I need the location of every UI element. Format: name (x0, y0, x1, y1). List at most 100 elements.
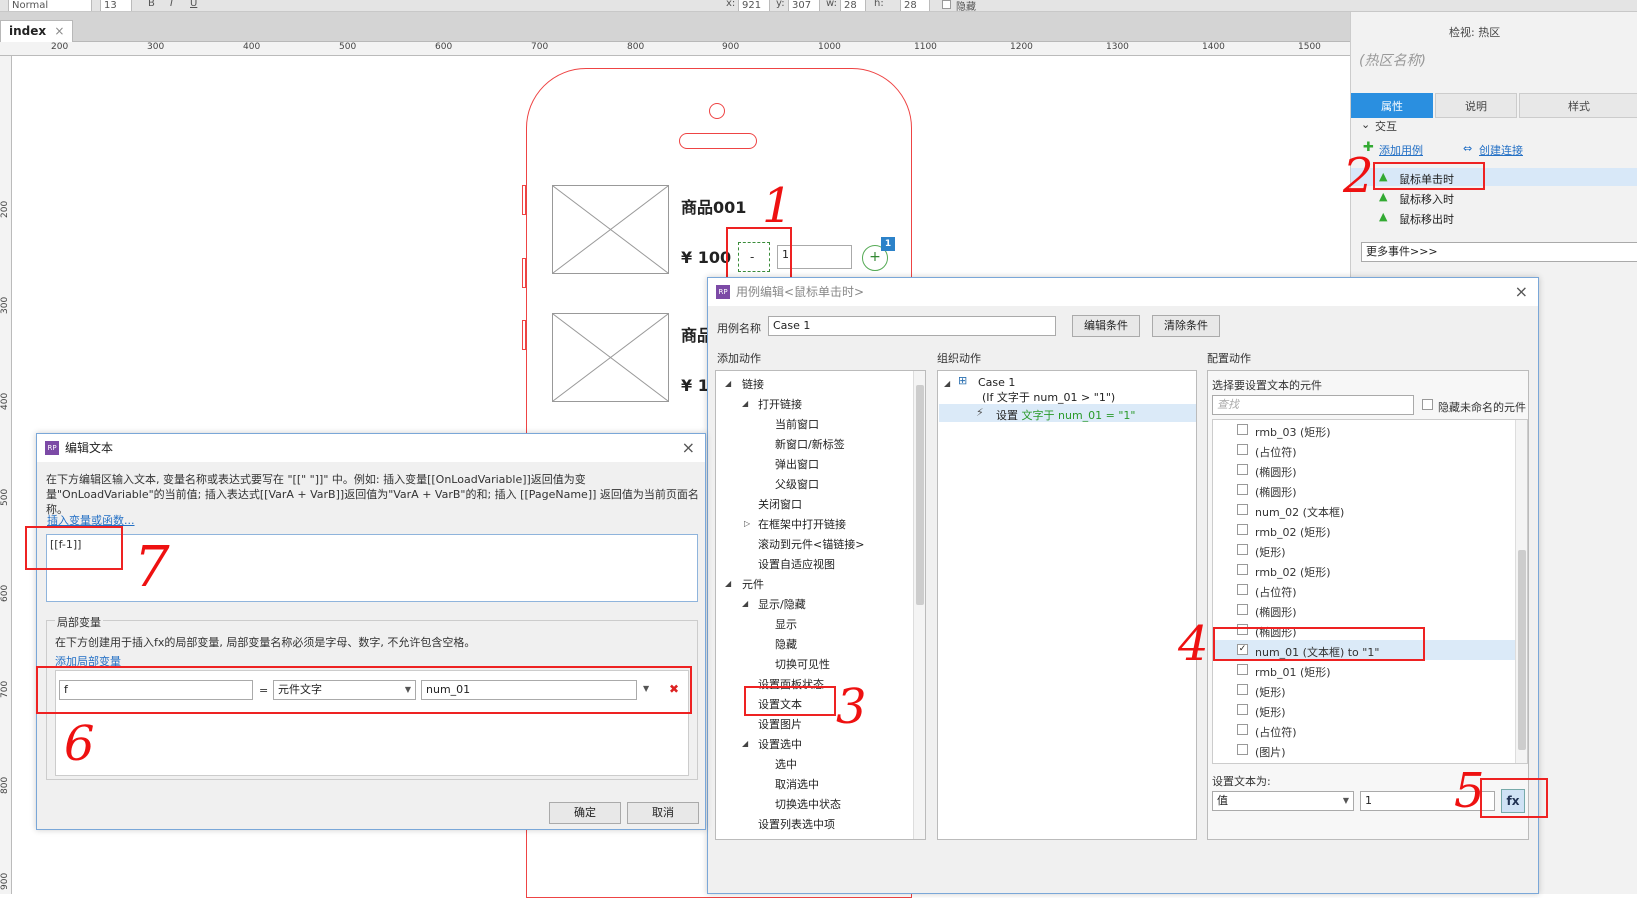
tree-item[interactable]: 设置列表选中项 (758, 816, 835, 832)
tab-index[interactable]: index × (0, 20, 74, 42)
tree-item[interactable]: 取消选中 (775, 776, 819, 792)
widget-checkbox[interactable] (1237, 604, 1248, 615)
widget-row[interactable]: (占位符) (1213, 720, 1515, 740)
tree-item[interactable]: 关闭窗口 (758, 496, 802, 512)
widget-checkbox[interactable] (1237, 664, 1248, 675)
widget-checkbox[interactable] (1237, 424, 1248, 435)
widget-row[interactable]: (占位符) (1213, 580, 1515, 600)
tree-item[interactable]: 设置自适应视图 (758, 556, 835, 572)
tree-item[interactable]: 当前窗口 (775, 416, 819, 432)
event-mouse-leave[interactable]: 鼠标移出时 (1399, 211, 1454, 227)
style-select[interactable]: Normal (8, 0, 92, 11)
widget-checkbox[interactable] (1237, 524, 1248, 535)
widget-label: (矩形) (1255, 546, 1286, 559)
create-link-link[interactable]: 创建连接 (1479, 142, 1523, 158)
hotspot-name-field[interactable]: (热区名称) (1359, 50, 1426, 70)
scroll-thumb[interactable] (1518, 550, 1526, 750)
organize-case[interactable]: Case 1 (978, 376, 1015, 389)
widget-checkbox[interactable] (1237, 724, 1248, 735)
tree-item[interactable]: 显示/隐藏 (758, 596, 806, 612)
widget-search-input[interactable]: 查找 (1212, 395, 1414, 415)
tree-item[interactable]: 元件 (742, 576, 764, 592)
widget-row[interactable]: (矩形) (1213, 700, 1515, 720)
tab-style[interactable]: 样式 (1519, 93, 1637, 118)
add-case-link[interactable]: 添加用例 (1379, 142, 1423, 158)
expand-icon[interactable]: ◢ (725, 579, 731, 588)
event-mouse-enter[interactable]: 鼠标移入时 (1399, 191, 1454, 207)
widget-row[interactable]: (椭圆形) (1213, 480, 1515, 500)
widget-checkbox[interactable] (1237, 704, 1248, 715)
widget-list-scrollbar[interactable] (1515, 420, 1527, 763)
close-icon[interactable]: × (1515, 282, 1528, 301)
close-icon[interactable]: × (682, 438, 695, 457)
widget-checkbox[interactable] (1237, 564, 1248, 575)
widget-row[interactable]: num_02 (文本框) (1213, 500, 1515, 520)
ok-button[interactable]: 确定 (549, 802, 621, 824)
underline-icon[interactable]: U (190, 0, 197, 9)
tree-item[interactable]: 父级窗口 (775, 476, 819, 492)
w-field[interactable]: 28 (840, 0, 866, 11)
tree-item[interactable]: 打开链接 (758, 396, 802, 412)
widget-row[interactable]: rmb_02 (矩形) (1213, 560, 1515, 580)
widget-checkbox[interactable] (1237, 444, 1248, 455)
expand-icon[interactable]: ◢ (742, 739, 748, 748)
cancel-button[interactable]: 取消 (627, 802, 699, 824)
widget-row[interactable]: (矩形) (1213, 680, 1515, 700)
widget-checkbox[interactable] (1237, 584, 1248, 595)
widget-row[interactable]: (矩形) (1213, 540, 1515, 560)
tab-notes[interactable]: 说明 (1435, 93, 1517, 118)
widget-checkbox[interactable] (1237, 744, 1248, 755)
expand-icon[interactable]: ◢ (725, 379, 731, 388)
chevron-down-icon[interactable]: ⌄ (1361, 118, 1370, 131)
tree-item[interactable]: 选中 (775, 756, 797, 772)
bold-icon[interactable]: B (148, 0, 155, 9)
tree-item[interactable]: 隐藏 (775, 636, 797, 652)
widget-row[interactable]: (图片) (1213, 740, 1515, 760)
y-field[interactable]: 307 (788, 0, 820, 11)
tree-item[interactable]: 滚动到元件<锚链接> (758, 536, 864, 552)
h-field[interactable]: 28 (900, 0, 930, 11)
widget-checkbox[interactable] (1237, 684, 1248, 695)
expand-icon[interactable]: ◢ (944, 379, 950, 388)
tree-item[interactable]: 设置图片 (758, 716, 802, 732)
widget-label: rmb_03 (矩形) (1255, 426, 1331, 439)
italic-icon[interactable]: I (170, 0, 173, 9)
case-name-input[interactable]: Case 1 (768, 316, 1056, 336)
expand-icon[interactable]: ◢ (742, 399, 748, 408)
widget-checkbox[interactable] (1237, 544, 1248, 555)
tree-item[interactable]: 链接 (742, 376, 764, 392)
tree-item[interactable]: 设置选中 (758, 736, 802, 752)
set-text-label: 设置文本为: (1212, 775, 1271, 788)
widget-checkbox[interactable] (1237, 464, 1248, 475)
tree-item[interactable]: 显示 (775, 616, 797, 632)
widget-row[interactable]: (椭圆形) (1213, 460, 1515, 480)
widget-checkbox[interactable] (1237, 504, 1248, 515)
tab-close-icon[interactable]: × (54, 24, 64, 38)
tree-item[interactable]: 新窗口/新标签 (775, 436, 845, 452)
scroll-thumb[interactable] (916, 385, 924, 605)
widget-row[interactable]: rmb_01 (矩形) (1213, 660, 1515, 680)
hide-unnamed-checkbox[interactable] (1422, 399, 1433, 410)
more-events-select[interactable]: 更多事件>>> (1361, 242, 1637, 262)
font-size-select[interactable]: 13 (100, 0, 132, 11)
tab-properties[interactable]: 属性 (1351, 93, 1433, 118)
widget-row[interactable]: rmb_03 (矩形) (1213, 420, 1515, 440)
widget-row[interactable]: (占位符) (1213, 440, 1515, 460)
expand-icon[interactable]: ▷ (744, 519, 750, 528)
expand-icon[interactable]: ◢ (742, 599, 748, 608)
widget-row[interactable]: (椭圆形) (1213, 600, 1515, 620)
tree-item[interactable]: 切换可见性 (775, 656, 830, 672)
edit-condition-button[interactable]: 编辑条件 (1072, 315, 1140, 337)
tree-item[interactable]: 弹出窗口 (775, 456, 819, 472)
tree-item[interactable]: 切换选中状态 (775, 796, 841, 812)
set-text-type-select[interactable]: 值 ▼ (1212, 791, 1354, 811)
widget-row[interactable]: rmb_02 (矩形) (1213, 520, 1515, 540)
action-tree-scrollbar[interactable] (913, 371, 925, 839)
clear-condition-button[interactable]: 清除条件 (1152, 315, 1220, 337)
tree-item[interactable]: 在框架中打开链接 (758, 516, 846, 532)
ruler-tick: 400 (0, 392, 10, 410)
hidden-checkbox[interactable] (942, 0, 951, 9)
widget-checkbox[interactable] (1237, 484, 1248, 495)
x-field[interactable]: 921 (738, 0, 770, 11)
organize-action[interactable]: 设置 文字于 num_01 = "1" (996, 407, 1135, 423)
